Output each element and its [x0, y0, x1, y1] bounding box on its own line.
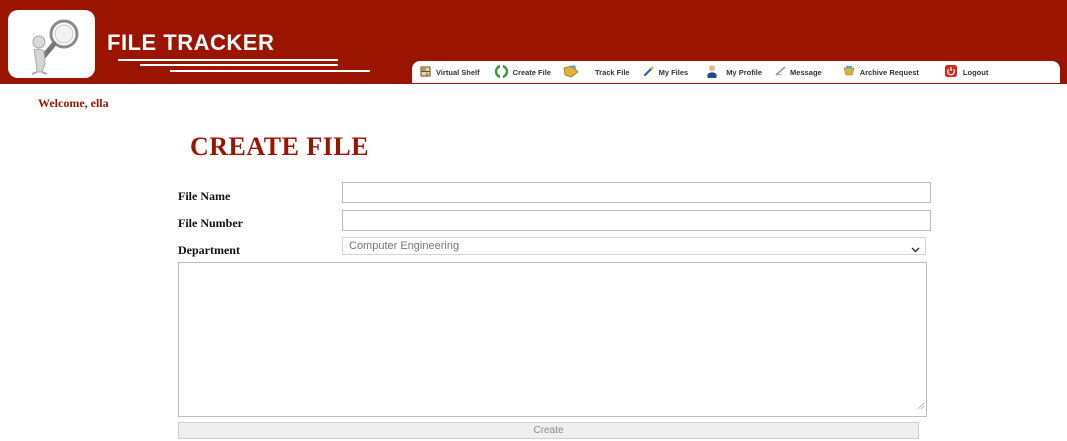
nav-track-file[interactable]: Track File [563, 64, 630, 80]
power-icon [944, 65, 957, 79]
header-divider [170, 70, 370, 72]
file-name-label: File Name [178, 189, 231, 203]
header-banner: FILE TRACKER Virtual Shelf Create File T… [0, 0, 1067, 84]
nav-label: Virtual Shelf [436, 67, 480, 77]
nav-my-files[interactable]: My Files [643, 66, 689, 78]
create-button[interactable]: Create [178, 422, 919, 439]
header-divider [140, 64, 338, 66]
nav-label: Message [790, 67, 822, 77]
archive-icon [843, 66, 855, 78]
nav-create-file[interactable]: Create File [494, 64, 551, 80]
bookshelf-icon [420, 66, 431, 79]
nav-label: Archive Request [859, 67, 919, 77]
resize-grip-icon[interactable] [917, 396, 925, 414]
file-name-input[interactable] [342, 182, 931, 203]
welcome-message: Welcome, ella [38, 96, 109, 110]
user-icon [707, 64, 717, 80]
nav-virtual-shelf[interactable]: Virtual Shelf [420, 66, 480, 79]
app-title: FILE TRACKER [107, 30, 275, 55]
nav-archive-request[interactable]: Archive Request [843, 66, 919, 78]
refresh-arrows-icon [494, 64, 508, 80]
nav-my-profile[interactable]: My Profile [707, 64, 763, 80]
department-selected-value: Computer Engineering [349, 240, 460, 252]
nav-label: My Files [658, 67, 689, 77]
department-select[interactable]: Computer Engineering [342, 237, 926, 255]
pen-icon [775, 66, 787, 78]
main-nav: Virtual Shelf Create File Track File My … [412, 61, 1060, 83]
nav-label: My Profile [726, 67, 763, 77]
magnifier-logo-icon [31, 19, 79, 75]
pencil-icon [643, 66, 654, 78]
header-divider [118, 59, 338, 61]
nav-message[interactable]: Message [775, 66, 822, 78]
tag-icon [563, 64, 579, 80]
file-number-input[interactable] [342, 210, 931, 231]
description-textarea[interactable] [178, 262, 927, 417]
nav-label: Logout [962, 67, 989, 77]
page-title: CREATE FILE [190, 132, 370, 161]
chevron-down-icon [911, 242, 920, 258]
nav-logout[interactable]: Logout [944, 65, 989, 79]
nav-label: Track File [594, 67, 630, 77]
nav-label: Create File [512, 67, 551, 77]
department-label: Department [178, 243, 240, 257]
logo [8, 10, 95, 78]
file-number-label: File Number [178, 216, 243, 230]
